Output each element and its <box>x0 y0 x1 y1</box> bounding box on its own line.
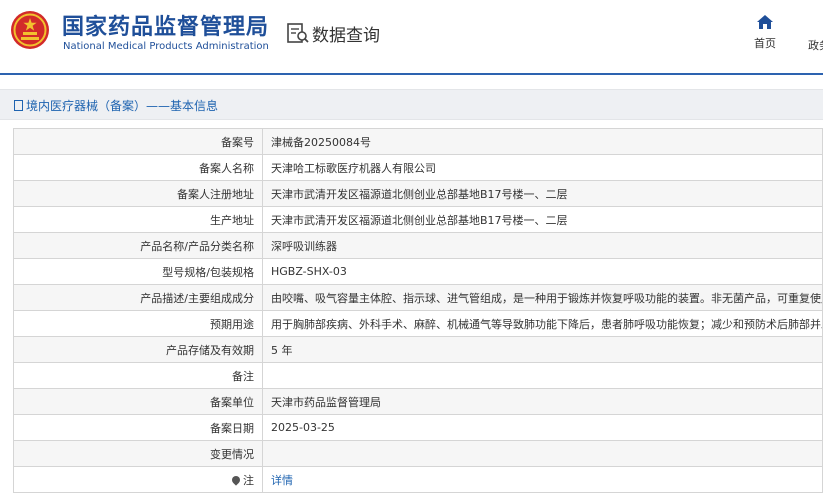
table-row: 备案人注册地址 天津市武清开发区福源道北侧创业总部基地B17号楼一、二层 <box>13 180 823 207</box>
field-label: 备案号 <box>13 128 263 155</box>
field-label: 产品描述/主要组成成分 <box>13 284 263 311</box>
field-label: 变更情况 <box>13 440 263 467</box>
field-value: 天津市武清开发区福源道北侧创业总部基地B17号楼一、二层 <box>262 206 823 233</box>
field-value: 天津市药品监督管理局 <box>262 388 823 415</box>
home-icon <box>757 15 773 29</box>
table-row: 产品存储及有效期 5 年 <box>13 336 823 363</box>
field-label: 生产地址 <box>13 206 263 233</box>
nav-home-label: 首页 <box>754 37 776 50</box>
breadcrumb-text: 境内医疗器械（备案）——基本信息 <box>26 99 219 113</box>
note-label: 注 <box>13 466 263 493</box>
field-label: 备案日期 <box>13 414 263 441</box>
field-value: 5 年 <box>262 336 823 363</box>
document-icon <box>14 100 23 111</box>
table-row: 注 详情 <box>13 466 823 493</box>
query-title: 数据查询 <box>312 26 380 46</box>
field-value: 津械备20250084号 <box>262 128 823 155</box>
field-label: 注 <box>243 473 254 487</box>
field-value <box>262 362 823 389</box>
field-value: HGBZ-SHX-03 <box>262 258 823 285</box>
details-link[interactable]: 详情 <box>271 474 293 487</box>
national-emblem-icon[interactable] <box>10 10 50 50</box>
field-value: 天津哈工标歌医疗机器人有限公司 <box>262 154 823 181</box>
table-row: 变更情况 <box>13 440 823 467</box>
field-label: 备案人名称 <box>13 154 263 181</box>
site-header: 国家药品监督管理局 National Medical Products Admi… <box>0 0 823 74</box>
field-label: 产品存储及有效期 <box>13 336 263 363</box>
table-row: 备案日期 2025-03-25 <box>13 414 823 441</box>
nav-home[interactable]: 首页 <box>750 15 780 51</box>
table-row: 备案号 津械备20250084号 <box>13 128 823 155</box>
data-query-icon <box>287 23 309 43</box>
nav-gov-affairs[interactable]: 政务 <box>808 37 823 53</box>
basic-info-table: 备案号 津械备20250084号 备案人名称 天津哈工标歌医疗机器人有限公司 备… <box>13 128 823 493</box>
field-value <box>262 440 823 467</box>
details-cell: 详情 <box>262 466 823 493</box>
field-label: 型号规格/包装规格 <box>13 258 263 285</box>
breadcrumb: 境内医疗器械（备案）——基本信息 <box>14 97 218 114</box>
field-value: 深呼吸训练器 <box>262 232 823 259</box>
header-divider <box>0 73 823 75</box>
breadcrumb-bar: 境内医疗器械（备案）——基本信息 <box>0 89 823 120</box>
table-row: 备案单位 天津市药品监督管理局 <box>13 388 823 415</box>
table-row: 产品描述/主要组成成分 由咬嘴、吸气容量主体腔、指示球、进气管组成，是一种用于锻… <box>13 284 823 311</box>
table-row: 备注 <box>13 362 823 389</box>
field-value: 由咬嘴、吸气容量主体腔、指示球、进气管组成，是一种用于锻炼并恢复呼吸功能的装置。… <box>262 284 823 311</box>
table-row: 生产地址 天津市武清开发区福源道北侧创业总部基地B17号楼一、二层 <box>13 206 823 233</box>
table-row: 备案人名称 天津哈工标歌医疗机器人有限公司 <box>13 154 823 181</box>
table-row: 型号规格/包装规格 HGBZ-SHX-03 <box>13 258 823 285</box>
field-value: 2025-03-25 <box>262 414 823 441</box>
field-label: 备案人注册地址 <box>13 180 263 207</box>
field-label: 预期用途 <box>13 310 263 337</box>
table-row: 产品名称/产品分类名称 深呼吸训练器 <box>13 232 823 259</box>
location-pin-icon <box>230 473 242 486</box>
table-row: 预期用途 用于胸肺部疾病、外科手术、麻醉、机械通气等导致肺功能下降后，患者肺呼吸… <box>13 310 823 337</box>
field-label: 备注 <box>13 362 263 389</box>
field-label: 产品名称/产品分类名称 <box>13 232 263 259</box>
field-value: 天津市武清开发区福源道北侧创业总部基地B17号楼一、二层 <box>262 180 823 207</box>
org-name-cn[interactable]: 国家药品监督管理局 <box>62 9 269 41</box>
org-name-en: National Medical Products Administration <box>63 41 269 52</box>
field-value: 用于胸肺部疾病、外科手术、麻醉、机械通气等导致肺功能下降后，患者肺呼吸功能恢复；… <box>262 310 823 337</box>
field-label: 备案单位 <box>13 388 263 415</box>
